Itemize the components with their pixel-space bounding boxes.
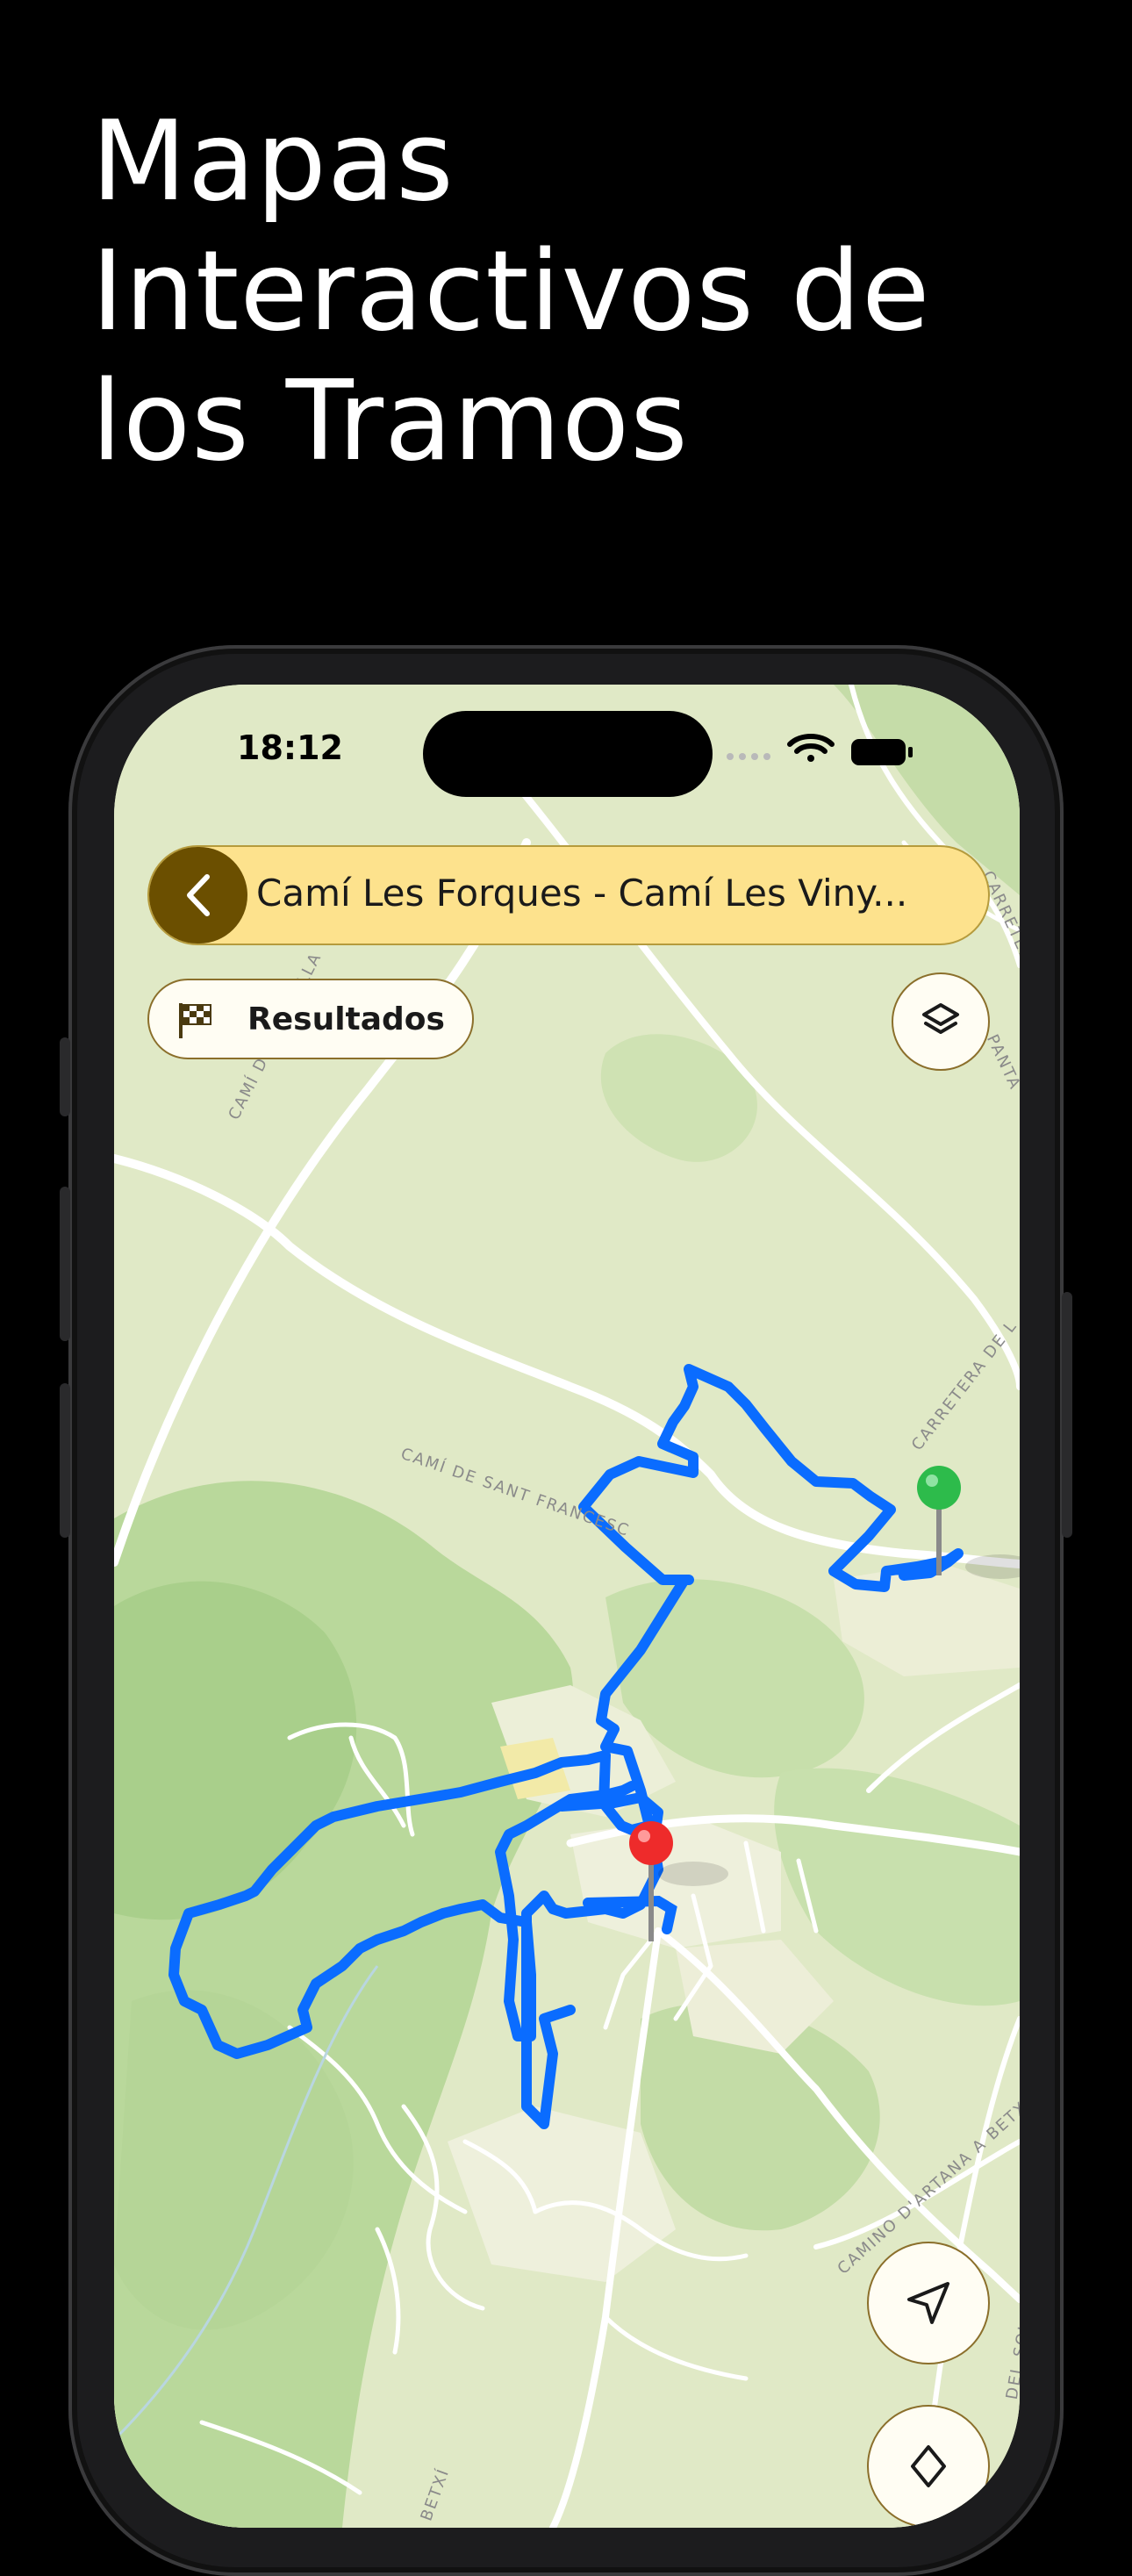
status-time: 18:12 bbox=[237, 728, 343, 767]
route-title-bar: Camí Les Forques - Camí Les Viny... bbox=[147, 845, 990, 945]
results-button[interactable]: Resultados bbox=[147, 979, 474, 1059]
navigation-arrow-icon bbox=[907, 2282, 949, 2324]
map-canvas[interactable] bbox=[114, 685, 1020, 2528]
back-button[interactable] bbox=[149, 847, 247, 944]
headline-line-3: los Tramos bbox=[91, 356, 689, 485]
signal-icon bbox=[727, 753, 770, 760]
layers-icon bbox=[922, 1003, 959, 1034]
headline: Mapas Interactivos de los Tramos bbox=[91, 97, 1057, 486]
power-button bbox=[1062, 1292, 1072, 1538]
dynamic-island bbox=[423, 711, 713, 797]
chevron-left-icon bbox=[187, 874, 210, 916]
battery-icon bbox=[851, 739, 913, 765]
headline-line-2: Interactivos de bbox=[91, 226, 931, 355]
volume-up-button bbox=[60, 1187, 70, 1341]
route-title: Camí Les Forques - Camí Les Viny... bbox=[256, 872, 908, 915]
app-screen: CAMÍ DE LA RATLLA CAMÍ DE SANT FRANCESC … bbox=[114, 685, 1020, 2528]
status-icons bbox=[727, 734, 913, 765]
layers-button[interactable] bbox=[892, 972, 990, 1071]
locate-button[interactable] bbox=[867, 2242, 990, 2364]
wifi-icon bbox=[787, 734, 835, 762]
headline-line-1: Mapas bbox=[91, 97, 455, 226]
checkered-flag-icon bbox=[179, 1003, 211, 1038]
compass-icon bbox=[911, 2445, 946, 2487]
results-button-label: Resultados bbox=[247, 1001, 445, 1037]
volume-down-button bbox=[60, 1383, 70, 1538]
compass-button[interactable] bbox=[867, 2405, 990, 2528]
silent-switch bbox=[60, 1037, 70, 1116]
